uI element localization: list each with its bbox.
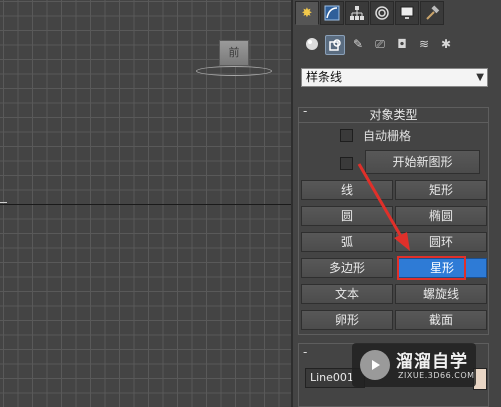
x-axis-line [0, 204, 291, 205]
viewcube-ring[interactable] [196, 66, 272, 76]
watermark-logo-icon [360, 350, 390, 380]
watermark-title: 溜溜自学 [396, 352, 468, 372]
collapse-icon[interactable]: - [303, 345, 307, 359]
watermark: 溜溜自学 ZIXUE.3D66.COM [352, 343, 476, 387]
axis-tick [0, 202, 7, 203]
watermark-subtitle: ZIXUE.3D66.COM [398, 371, 475, 380]
viewport-front[interactable]: 前 [0, 0, 291, 407]
viewcube[interactable]: 前 [219, 40, 249, 66]
